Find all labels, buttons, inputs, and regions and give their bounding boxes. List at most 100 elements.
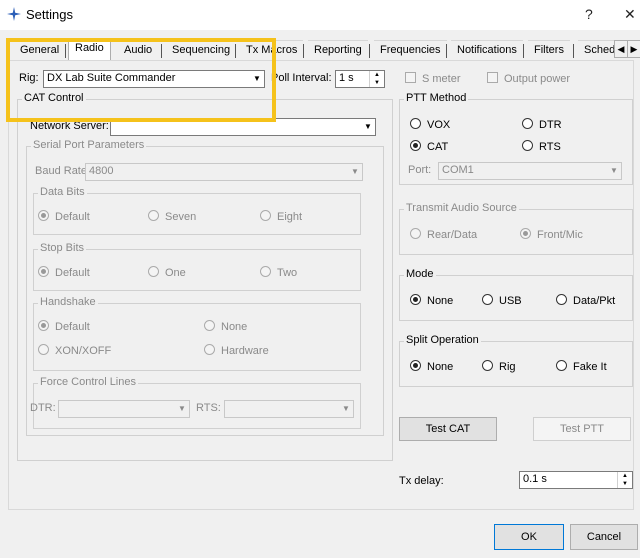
handshake-default-radio[interactable]: Default [38, 320, 90, 334]
tab-separator [303, 44, 304, 58]
tab-separator [369, 44, 370, 58]
test-ptt-button[interactable]: Test PTT [533, 417, 631, 441]
tab-scroll-left-icon[interactable]: ◀ [614, 40, 628, 58]
radio-label: RTS [539, 141, 561, 153]
baud-rate-select[interactable]: 4800 ▼ [85, 163, 363, 181]
data-bits-group: Data Bits Default Seven Eight [33, 186, 361, 235]
tx-audio-rear-radio[interactable]: Rear/Data [410, 228, 477, 242]
output-power-label: Output power [504, 73, 571, 85]
radio-label: USB [499, 295, 522, 307]
s-meter-label: S meter [422, 73, 461, 85]
poll-interval-spinbox[interactable]: 1 s ▲ ▼ [335, 70, 385, 88]
s-meter-checkbox[interactable]: S meter [405, 72, 461, 85]
tab-notifications[interactable]: Notifications [451, 40, 523, 59]
mode-none-radio[interactable]: None [410, 294, 453, 308]
data-bits-eight-radio[interactable]: Eight [260, 210, 302, 224]
stop-bits-group: Stop Bits Default One Two [33, 242, 361, 291]
split-operation-title: Split Operation [404, 334, 481, 346]
rts-label: RTS: [196, 402, 221, 414]
ptt-port-select[interactable]: COM1 ▼ [438, 162, 622, 180]
tab-frequencies[interactable]: Frequencies [374, 40, 447, 59]
cancel-button[interactable]: Cancel [570, 524, 638, 550]
radio-label: Fake It [573, 361, 607, 373]
ptt-method-title: PTT Method [404, 92, 469, 104]
stop-bits-one-radio[interactable]: One [148, 266, 186, 280]
radio-panel: Rig: DX Lab Suite Commander ▼ Poll Inter… [8, 60, 634, 510]
spin-arrows-icon[interactable]: ▲ ▼ [617, 472, 632, 488]
radio-label: XON/XOFF [55, 345, 112, 357]
tx-delay-label: Tx delay: [399, 475, 444, 487]
tx-audio-front-radio[interactable]: Front/Mic [520, 228, 583, 242]
tx-delay-value: 0.1 s [523, 473, 547, 485]
output-power-checkbox[interactable]: Output power [487, 72, 570, 85]
radio-label: Two [277, 267, 298, 279]
poll-interval-value: 1 s [339, 72, 354, 84]
stop-bits-two-radio[interactable]: Two [260, 266, 297, 280]
handshake-xonxoff-radio[interactable]: XON/XOFF [38, 344, 111, 358]
tx-audio-source-title: Transmit Audio Source [404, 202, 519, 214]
rts-select[interactable]: ▼ [224, 400, 354, 418]
tab-reporting[interactable]: Reporting [308, 40, 368, 59]
tx-delay-spinbox[interactable]: 0.1 s ▲ ▼ [519, 471, 633, 489]
radio-label: None [221, 321, 248, 333]
serial-port-group: Serial Port Parameters Baud Rate: 4800 ▼… [26, 139, 384, 436]
radio-label: CAT [427, 141, 449, 153]
radio-label: Default [55, 211, 90, 223]
serial-port-title: Serial Port Parameters [31, 139, 147, 151]
close-button[interactable]: ✕ [624, 6, 636, 23]
mode-datapkt-radio[interactable]: Data/Pkt [556, 294, 615, 308]
test-cat-button[interactable]: Test CAT [399, 417, 497, 441]
title-bar: Settings ? ✕ [0, 0, 640, 30]
radio-label: Default [55, 267, 90, 279]
data-bits-default-radio[interactable]: Default [38, 210, 90, 224]
radio-label: Default [55, 321, 90, 333]
spin-arrows-icon[interactable]: ▲ ▼ [369, 71, 384, 87]
chevron-down-icon: ▼ [364, 122, 372, 131]
ptt-port-label: Port: [408, 164, 432, 176]
checkbox-icon [487, 72, 498, 83]
tab-scroll: ◀ ▶ [614, 40, 640, 58]
tab-scroll-right-icon[interactable]: ▶ [627, 40, 640, 58]
baud-rate-value: 4800 [89, 165, 114, 177]
tab-separator [523, 44, 524, 58]
handshake-hardware-radio[interactable]: Hardware [204, 344, 269, 358]
tx-audio-source-group: Transmit Audio Source Rear/Data Front/Mi… [399, 202, 633, 255]
data-bits-title: Data Bits [38, 186, 87, 198]
tab-separator [573, 44, 574, 58]
ptt-port-value: COM1 [442, 164, 474, 176]
handshake-title: Handshake [38, 296, 98, 308]
ptt-vox-radio[interactable]: VOX [410, 118, 450, 132]
handshake-group: Handshake Default None XON/XOFF Hardware [33, 296, 361, 371]
baud-rate-label: Baud Rate: [35, 165, 91, 177]
ok-button[interactable]: OK [494, 524, 564, 550]
chevron-down-icon: ▼ [610, 166, 618, 175]
highlight-box [6, 38, 276, 122]
radio-label: One [165, 267, 186, 279]
poll-interval-label: Poll Interval: [271, 72, 332, 84]
split-fakeit-radio[interactable]: Fake It [556, 360, 607, 374]
handshake-none-radio[interactable]: None [204, 320, 247, 334]
help-button[interactable]: ? [585, 6, 593, 22]
ptt-rts-radio[interactable]: RTS [522, 140, 561, 154]
split-operation-group: Split Operation None Rig Fake It [399, 334, 633, 387]
force-control-lines-group: Force Control Lines DTR: ▼ RTS: ▼ [30, 376, 361, 429]
split-none-radio[interactable]: None [410, 360, 453, 374]
checkbox-icon [405, 72, 416, 83]
app-icon [7, 7, 21, 21]
tab-filters[interactable]: Filters [528, 40, 570, 59]
force-control-lines-title: Force Control Lines [38, 376, 138, 388]
ptt-dtr-radio[interactable]: DTR [522, 118, 562, 132]
radio-label: Rear/Data [427, 229, 478, 241]
window-title: Settings [26, 7, 73, 22]
ptt-cat-radio[interactable]: CAT [410, 140, 448, 154]
split-rig-radio[interactable]: Rig [482, 360, 516, 374]
radio-label: Hardware [221, 345, 269, 357]
mode-group: Mode None USB Data/Pkt [399, 268, 633, 321]
stop-bits-default-radio[interactable]: Default [38, 266, 90, 280]
radio-label: Seven [165, 211, 197, 223]
radio-label: Front/Mic [537, 229, 583, 241]
mode-usb-radio[interactable]: USB [482, 294, 522, 308]
chevron-down-icon: ▼ [178, 404, 186, 413]
data-bits-seven-radio[interactable]: Seven [148, 210, 196, 224]
dtr-select[interactable]: ▼ [58, 400, 190, 418]
